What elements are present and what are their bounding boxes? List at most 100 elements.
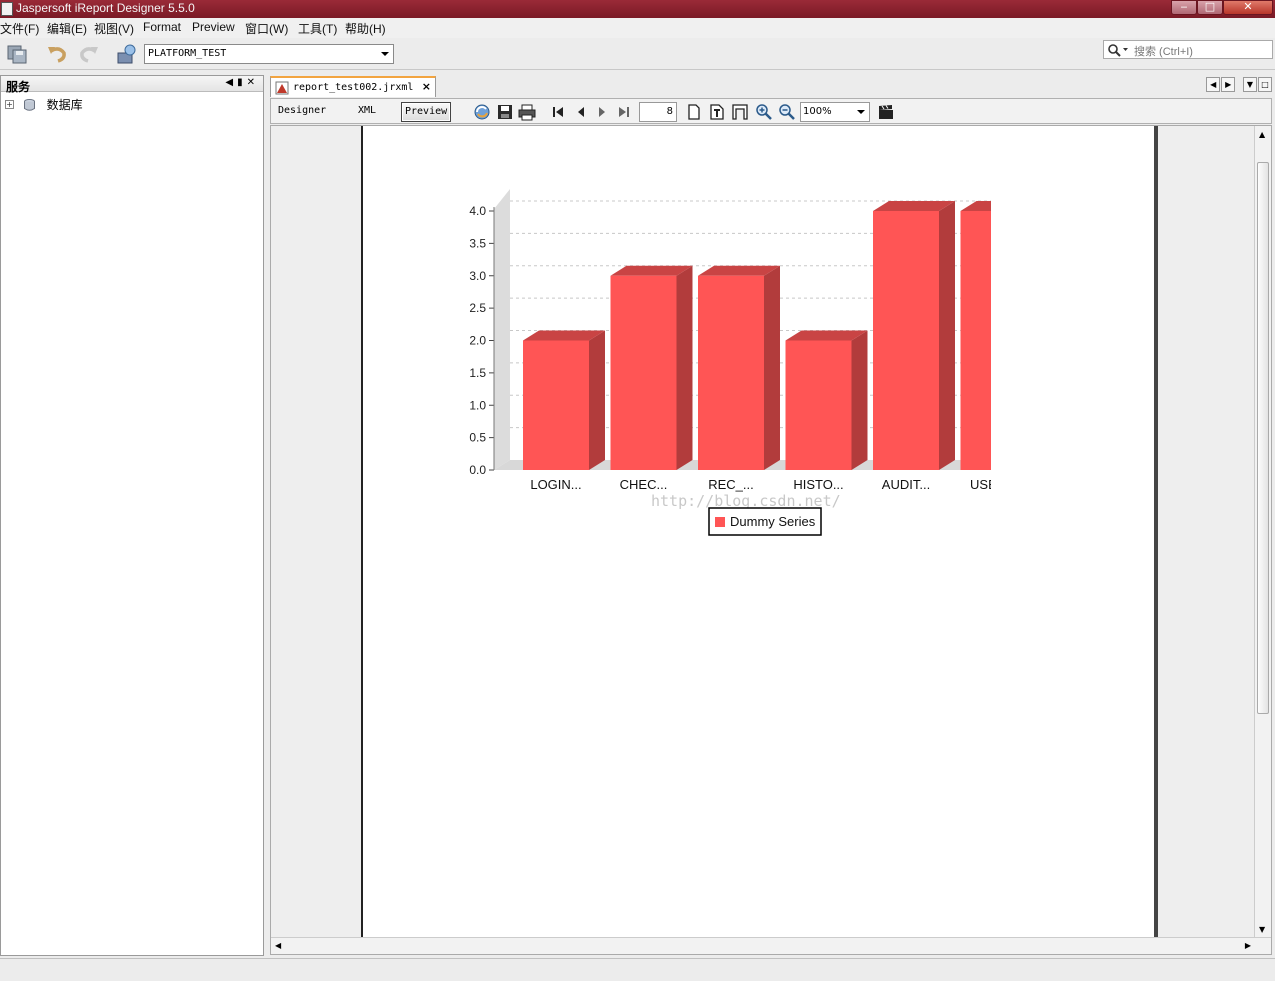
page-number-input[interactable]: 8 — [639, 102, 677, 122]
bar — [523, 340, 589, 470]
maximize-window-icon[interactable]: □ — [1258, 77, 1272, 92]
window-title: Jaspersoft iReport Designer 5.5.0 — [16, 1, 195, 15]
datasource-value: PLATFORM_TEST — [148, 48, 227, 59]
app-icon — [1, 2, 13, 16]
menu-tools[interactable]: 工具(T) — [298, 20, 337, 37]
clapperboard-icon[interactable] — [877, 103, 895, 121]
zoom-value: 100% — [803, 106, 832, 117]
bar-side — [764, 265, 780, 470]
first-page-icon[interactable] — [549, 103, 567, 121]
bar — [785, 340, 852, 470]
y-tick-label: 1.5 — [469, 366, 486, 380]
menu-preview[interactable]: Preview — [192, 20, 235, 34]
services-panel-title: 服务 — [6, 80, 31, 94]
expand-icon[interactable]: + — [5, 100, 14, 109]
services-panel-header: 服务 ◀▮✕ — [1, 76, 263, 94]
menu-bar: 文件(F) 编辑(E) 视图(V) Format Preview 窗口(W) 工… — [0, 18, 1275, 38]
reload-icon[interactable] — [473, 103, 491, 121]
database-icon — [23, 98, 35, 111]
menu-window[interactable]: 窗口(W) — [245, 20, 288, 37]
vertical-scrollbar[interactable]: ▲ ▼ — [1254, 126, 1271, 938]
y-tick-label: 0.5 — [469, 431, 486, 445]
x-tick-label: AUDIT... — [882, 477, 930, 492]
minimize-button[interactable]: ‒ — [1171, 0, 1197, 15]
tab-navigation: ◀ ▶ ▼ □ — [1205, 77, 1272, 92]
zoom-in-icon[interactable] — [755, 103, 773, 121]
scroll-tabs-left-icon[interactable]: ◀ — [1206, 77, 1221, 92]
search-input[interactable]: 搜索 (Ctrl+I) — [1103, 40, 1273, 59]
save-all-icon[interactable] — [6, 43, 28, 65]
minimize-panel-icon[interactable]: ◀▮ — [225, 77, 246, 88]
fit-page-icon[interactable] — [708, 103, 726, 121]
title-bar: Jaspersoft iReport Designer 5.5.0 ‒ □ ✕ — [0, 0, 1275, 18]
scroll-down-icon[interactable]: ▼ — [1259, 925, 1265, 934]
scroll-right-icon[interactable]: ▶ — [1245, 941, 1251, 950]
show-opened-documents-icon[interactable]: ▼ — [1243, 77, 1257, 92]
tab-label: report_test002.jrxml — [293, 82, 414, 93]
preview-mode-button[interactable]: Preview — [401, 102, 452, 122]
y-tick-label: 1.0 — [469, 398, 486, 412]
menu-file[interactable]: 文件(F) — [0, 20, 39, 37]
print-icon[interactable] — [518, 103, 536, 121]
y-tick-label: 0.0 — [469, 463, 486, 477]
tab-close-icon[interactable]: × — [422, 80, 431, 93]
last-page-icon[interactable] — [615, 103, 633, 121]
maximize-button[interactable]: □ — [1197, 0, 1223, 15]
y-tick-label: 3.5 — [469, 236, 486, 250]
scroll-up-icon[interactable]: ▲ — [1259, 130, 1265, 139]
bar-chart: 0.0 0.5 1.0 1.5 2.0 2.5 3.0 3.5 4.0 LOGIN... CHEC.… — [469, 189, 991, 536]
datasource-select[interactable]: PLATFORM_TEST — [144, 44, 394, 64]
y-tick-label: 4.0 — [469, 204, 486, 218]
tree-node-database[interactable]: + 数据库 — [5, 96, 83, 112]
save-icon[interactable] — [496, 103, 514, 121]
horizontal-scrollbar[interactable]: ◀ ▶ — [271, 937, 1271, 954]
bar — [698, 275, 764, 470]
x-tick-label: LOGIN... — [530, 477, 581, 492]
bar-top — [960, 201, 991, 211]
menu-view[interactable]: 视图(V) — [94, 20, 134, 37]
zoom-out-icon[interactable] — [778, 103, 796, 121]
x-tick-label: HISTO... — [793, 477, 843, 492]
zoom-select[interactable]: 100% — [800, 102, 870, 122]
actual-size-icon[interactable] — [685, 103, 703, 121]
menu-help[interactable]: 帮助(H) — [345, 20, 386, 37]
bar-side — [676, 265, 693, 470]
scroll-tabs-right-icon[interactable]: ▶ — [1221, 77, 1236, 92]
tab-report-file[interactable]: report_test002.jrxml × — [270, 76, 436, 97]
close-panel-icon[interactable]: ✕ — [247, 77, 259, 88]
bar — [610, 275, 677, 470]
chart-side-wall — [494, 189, 510, 470]
designer-mode-button[interactable]: Designer — [275, 102, 329, 122]
legend-label: Dummy Series — [730, 514, 816, 529]
scroll-left-icon[interactable]: ◀ — [275, 941, 281, 950]
close-button[interactable]: ✕ — [1223, 0, 1273, 15]
preview-viewport[interactable]: 0.0 0.5 1.0 1.5 2.0 2.5 3.0 3.5 4.0 LOGIN... CHEC.… — [270, 125, 1272, 955]
tree-label-database: 数据库 — [46, 98, 83, 112]
vertical-scroll-thumb[interactable] — [1257, 162, 1269, 714]
x-tick-label: CHEC... — [620, 477, 668, 492]
fit-width-icon[interactable] — [731, 103, 749, 121]
report-file-icon — [275, 81, 289, 95]
y-tick-label: 2.5 — [469, 301, 486, 315]
report-datasources-icon[interactable] — [116, 43, 138, 65]
previous-page-icon[interactable] — [572, 103, 590, 121]
ireport-window: Jaspersoft iReport Designer 5.5.0 ‒ □ ✕ … — [0, 0, 1275, 981]
chevron-down-icon — [381, 52, 389, 56]
menu-edit[interactable]: 编辑(E) — [47, 20, 87, 37]
xml-mode-button[interactable]: XML — [355, 102, 379, 122]
bar — [873, 211, 939, 470]
preview-toolbar: Designer XML Preview 8 100% — [270, 98, 1272, 124]
undo-icon[interactable] — [46, 43, 68, 65]
search-placeholder: 搜索 (Ctrl+I) — [1134, 46, 1193, 58]
bar — [960, 211, 991, 470]
menu-format[interactable]: Format — [143, 20, 181, 34]
main-toolbar: PLATFORM_TEST 搜索 (Ctrl+I) — [0, 38, 1275, 70]
redo-icon[interactable] — [78, 43, 100, 65]
y-tick-label: 2.0 — [469, 334, 486, 348]
panel-controls: ◀▮✕ — [225, 77, 259, 88]
x-tick-label: REC_... — [708, 477, 754, 492]
x-tick-label: USER... — [970, 477, 991, 492]
bar-side — [589, 330, 605, 470]
next-page-icon[interactable] — [593, 103, 611, 121]
services-panel: 服务 ◀▮✕ + 数据库 — [0, 75, 264, 956]
